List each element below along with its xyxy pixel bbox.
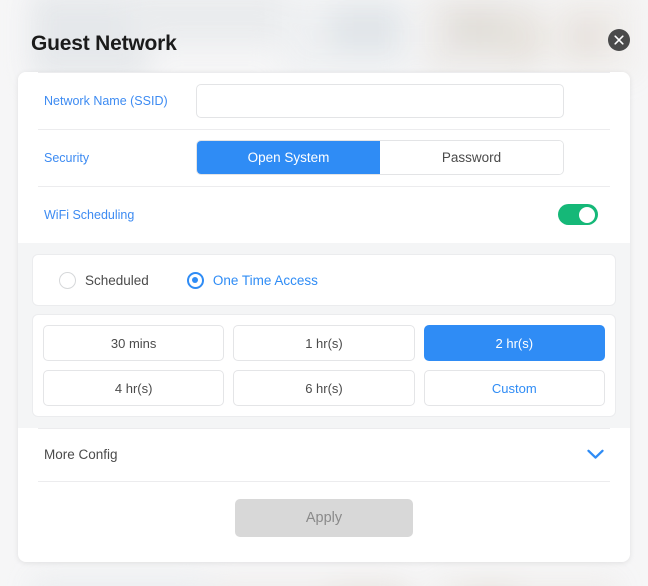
apply-button[interactable]: Apply [235,499,413,537]
wifi-scheduling-label: WiFi Scheduling [44,207,135,222]
wifi-scheduling-row: WiFi Scheduling [18,186,630,243]
apply-row: Apply [18,481,630,555]
toggle-knob [579,206,595,223]
duration-option-1-hr[interactable]: 1 hr(s) [233,325,415,361]
network-name-row: Network Name (SSID) [18,72,630,129]
wifi-scheduling-toggle[interactable] [558,204,598,225]
radio-icon [59,271,76,289]
scheduling-options-section: Scheduled One Time Access 30 mins 1 hr(s… [18,243,630,428]
chevron-down-icon[interactable] [587,449,604,460]
search-input ssid-input[interactable] [196,83,564,118]
duration-option-30-mins[interactable]: 30 mins [43,325,225,361]
duration-option-4-hr[interactable]: 4 hr(s) [43,370,225,406]
close-icon[interactable] [608,29,630,51]
more-config-row[interactable]: More Config [18,428,630,481]
duration-option-2-hr[interactable]: 2 hr(s) [423,325,605,361]
duration-option-custom[interactable]: Custom [423,370,605,406]
schedule-mode-one-time-access-label: One Time Access [212,272,318,288]
security-option-open-system[interactable]: Open System [197,141,380,174]
page-title: Guest Network [31,32,177,55]
duration-options-grid: 30 mins 1 hr(s) 2 hr(s) 4 hr(s) 6 hr(s) … [32,314,616,417]
security-row: Security Open System Password [18,129,630,186]
network-name-label: Network Name (SSID) [44,93,168,108]
duration-option-6-hr[interactable]: 6 hr(s) [233,370,415,406]
schedule-mode-one-time-access[interactable]: One Time Access [186,271,318,289]
more-config-label: More Config [44,447,118,462]
schedule-mode-scheduled[interactable]: Scheduled [59,271,149,289]
security-option-password[interactable]: Password [380,141,563,174]
security-segmented-control: Open System Password [196,140,564,175]
radio-icon-selected [186,271,204,289]
schedule-mode-scheduled-label: Scheduled [85,272,149,288]
settings-card: Network Name (SSID) Security Open System… [18,72,630,562]
guest-network-dialog: Guest Network Network Name (SSID) Securi… [0,0,648,586]
schedule-mode-group: Scheduled One Time Access [32,254,616,306]
security-label: Security [44,150,90,165]
